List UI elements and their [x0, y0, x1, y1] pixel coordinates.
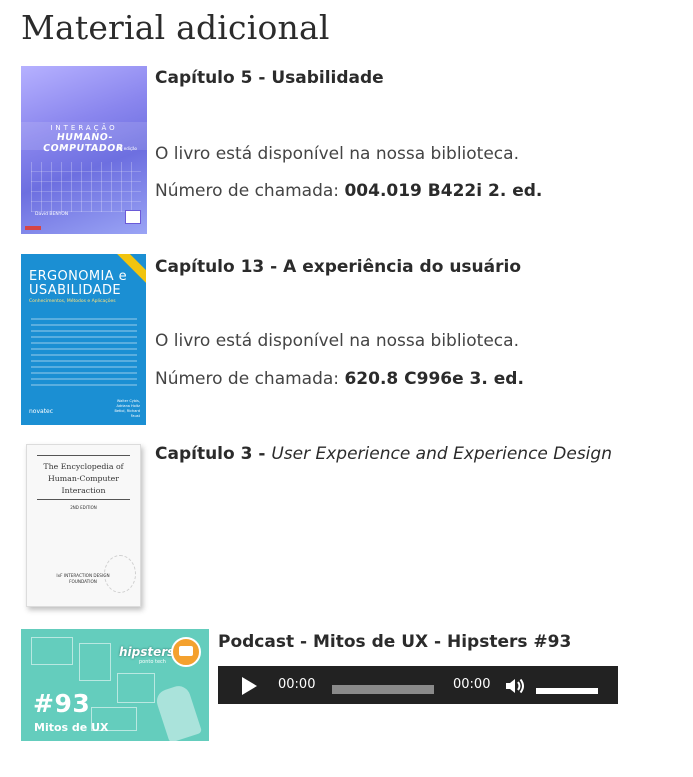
- cover-rule-top: [37, 455, 130, 456]
- podcast-cover-hipsters-93[interactable]: hipsters ponto tech #93 Mitos de UX: [21, 629, 209, 741]
- book-cover-ergonomia-usabilidade[interactable]: ERGONOMIA e USABILIDADE Conhecimentos, M…: [21, 254, 146, 425]
- cover-title: The Encyclopedia of Human-Computer Inter…: [43, 462, 124, 495]
- publisher-mark: [25, 226, 41, 230]
- volume-icon[interactable]: [504, 676, 526, 696]
- item-title[interactable]: Capítulo 13 - A experiência do usuário: [155, 257, 521, 277]
- cover-grid-graphic: [31, 162, 141, 212]
- hand-graphic: [153, 683, 203, 741]
- cover-top-text: INTERAÇÃO: [50, 124, 118, 132]
- call-number-label: Número de chamada:: [155, 369, 340, 389]
- volume-slider[interactable]: [536, 688, 598, 694]
- cover-subtitle: Conhecimentos, Métodos e Aplicações: [29, 299, 116, 304]
- publisher-logo: [125, 210, 141, 224]
- audio-player: 00:00 00:00: [218, 666, 618, 704]
- sketch-frame: [79, 643, 111, 681]
- call-number-line: Número de chamada: 620.8 C996e 3. ed.: [155, 369, 524, 389]
- cover-title-line1: ERGONOMIA e: [29, 269, 127, 284]
- podcast-brand: hipsters: [119, 645, 175, 659]
- volume-level: [536, 688, 598, 694]
- sketch-frame: [117, 673, 155, 703]
- section-title: Material adicional: [21, 8, 330, 47]
- cover-pattern: [31, 316, 137, 386]
- progress-rail[interactable]: [332, 685, 434, 694]
- play-icon[interactable]: [242, 677, 257, 695]
- item-title[interactable]: Capítulo 3 - User Experience and Experie…: [155, 444, 612, 464]
- cover-publisher: novatec: [29, 408, 54, 415]
- call-number-line: Número de chamada: 004.019 B422i 2. ed.: [155, 181, 542, 201]
- book-cover-encyclopedia-hci[interactable]: The Encyclopedia of Human-Computer Inter…: [26, 444, 141, 607]
- badge-icon: [171, 637, 201, 667]
- cover-rule-middle: [37, 499, 130, 500]
- duration-time: 00:00: [453, 677, 491, 692]
- cover-title-line2: USABILIDADE: [29, 283, 122, 298]
- podcast-brand-sub: ponto tech: [139, 659, 166, 665]
- cover-author-text: David BENYON: [35, 212, 69, 217]
- sketch-frame: [31, 637, 73, 665]
- item-title-italic: User Experience and Experience Design: [271, 444, 612, 464]
- item-title[interactable]: Capítulo 5 - Usabilidade: [155, 68, 384, 88]
- episode-number: #93: [33, 689, 91, 718]
- item-title-prefix: Capítulo 3 -: [155, 444, 272, 464]
- call-number-value: 620.8 C996e 3. ed.: [344, 369, 524, 389]
- cover-authors: Walter Cybis, Adriana Holtz Betiol, Rich…: [114, 399, 140, 418]
- current-time: 00:00: [278, 677, 316, 692]
- call-number-label: Número de chamada:: [155, 181, 340, 201]
- cover-footer: IxF INTERACTION DESIGN FOUNDATION: [56, 573, 110, 584]
- episode-label: Mitos de UX: [34, 721, 109, 734]
- availability-text: O livro está disponível na nossa bibliot…: [155, 144, 519, 164]
- call-number-value: 004.019 B422i 2. ed.: [344, 181, 543, 201]
- cover-edition-text: 2ª edição: [118, 146, 137, 151]
- cover-edition: 2ND EDITION: [70, 505, 97, 510]
- availability-text: O livro está disponível na nossa bibliot…: [155, 331, 519, 351]
- item-title[interactable]: Podcast - Mitos de UX - Hipsters #93: [218, 632, 571, 652]
- book-cover-interacao-humano-computador[interactable]: INTERAÇÃO HUMANO-COMPUTADOR 2ª edição Da…: [21, 66, 147, 234]
